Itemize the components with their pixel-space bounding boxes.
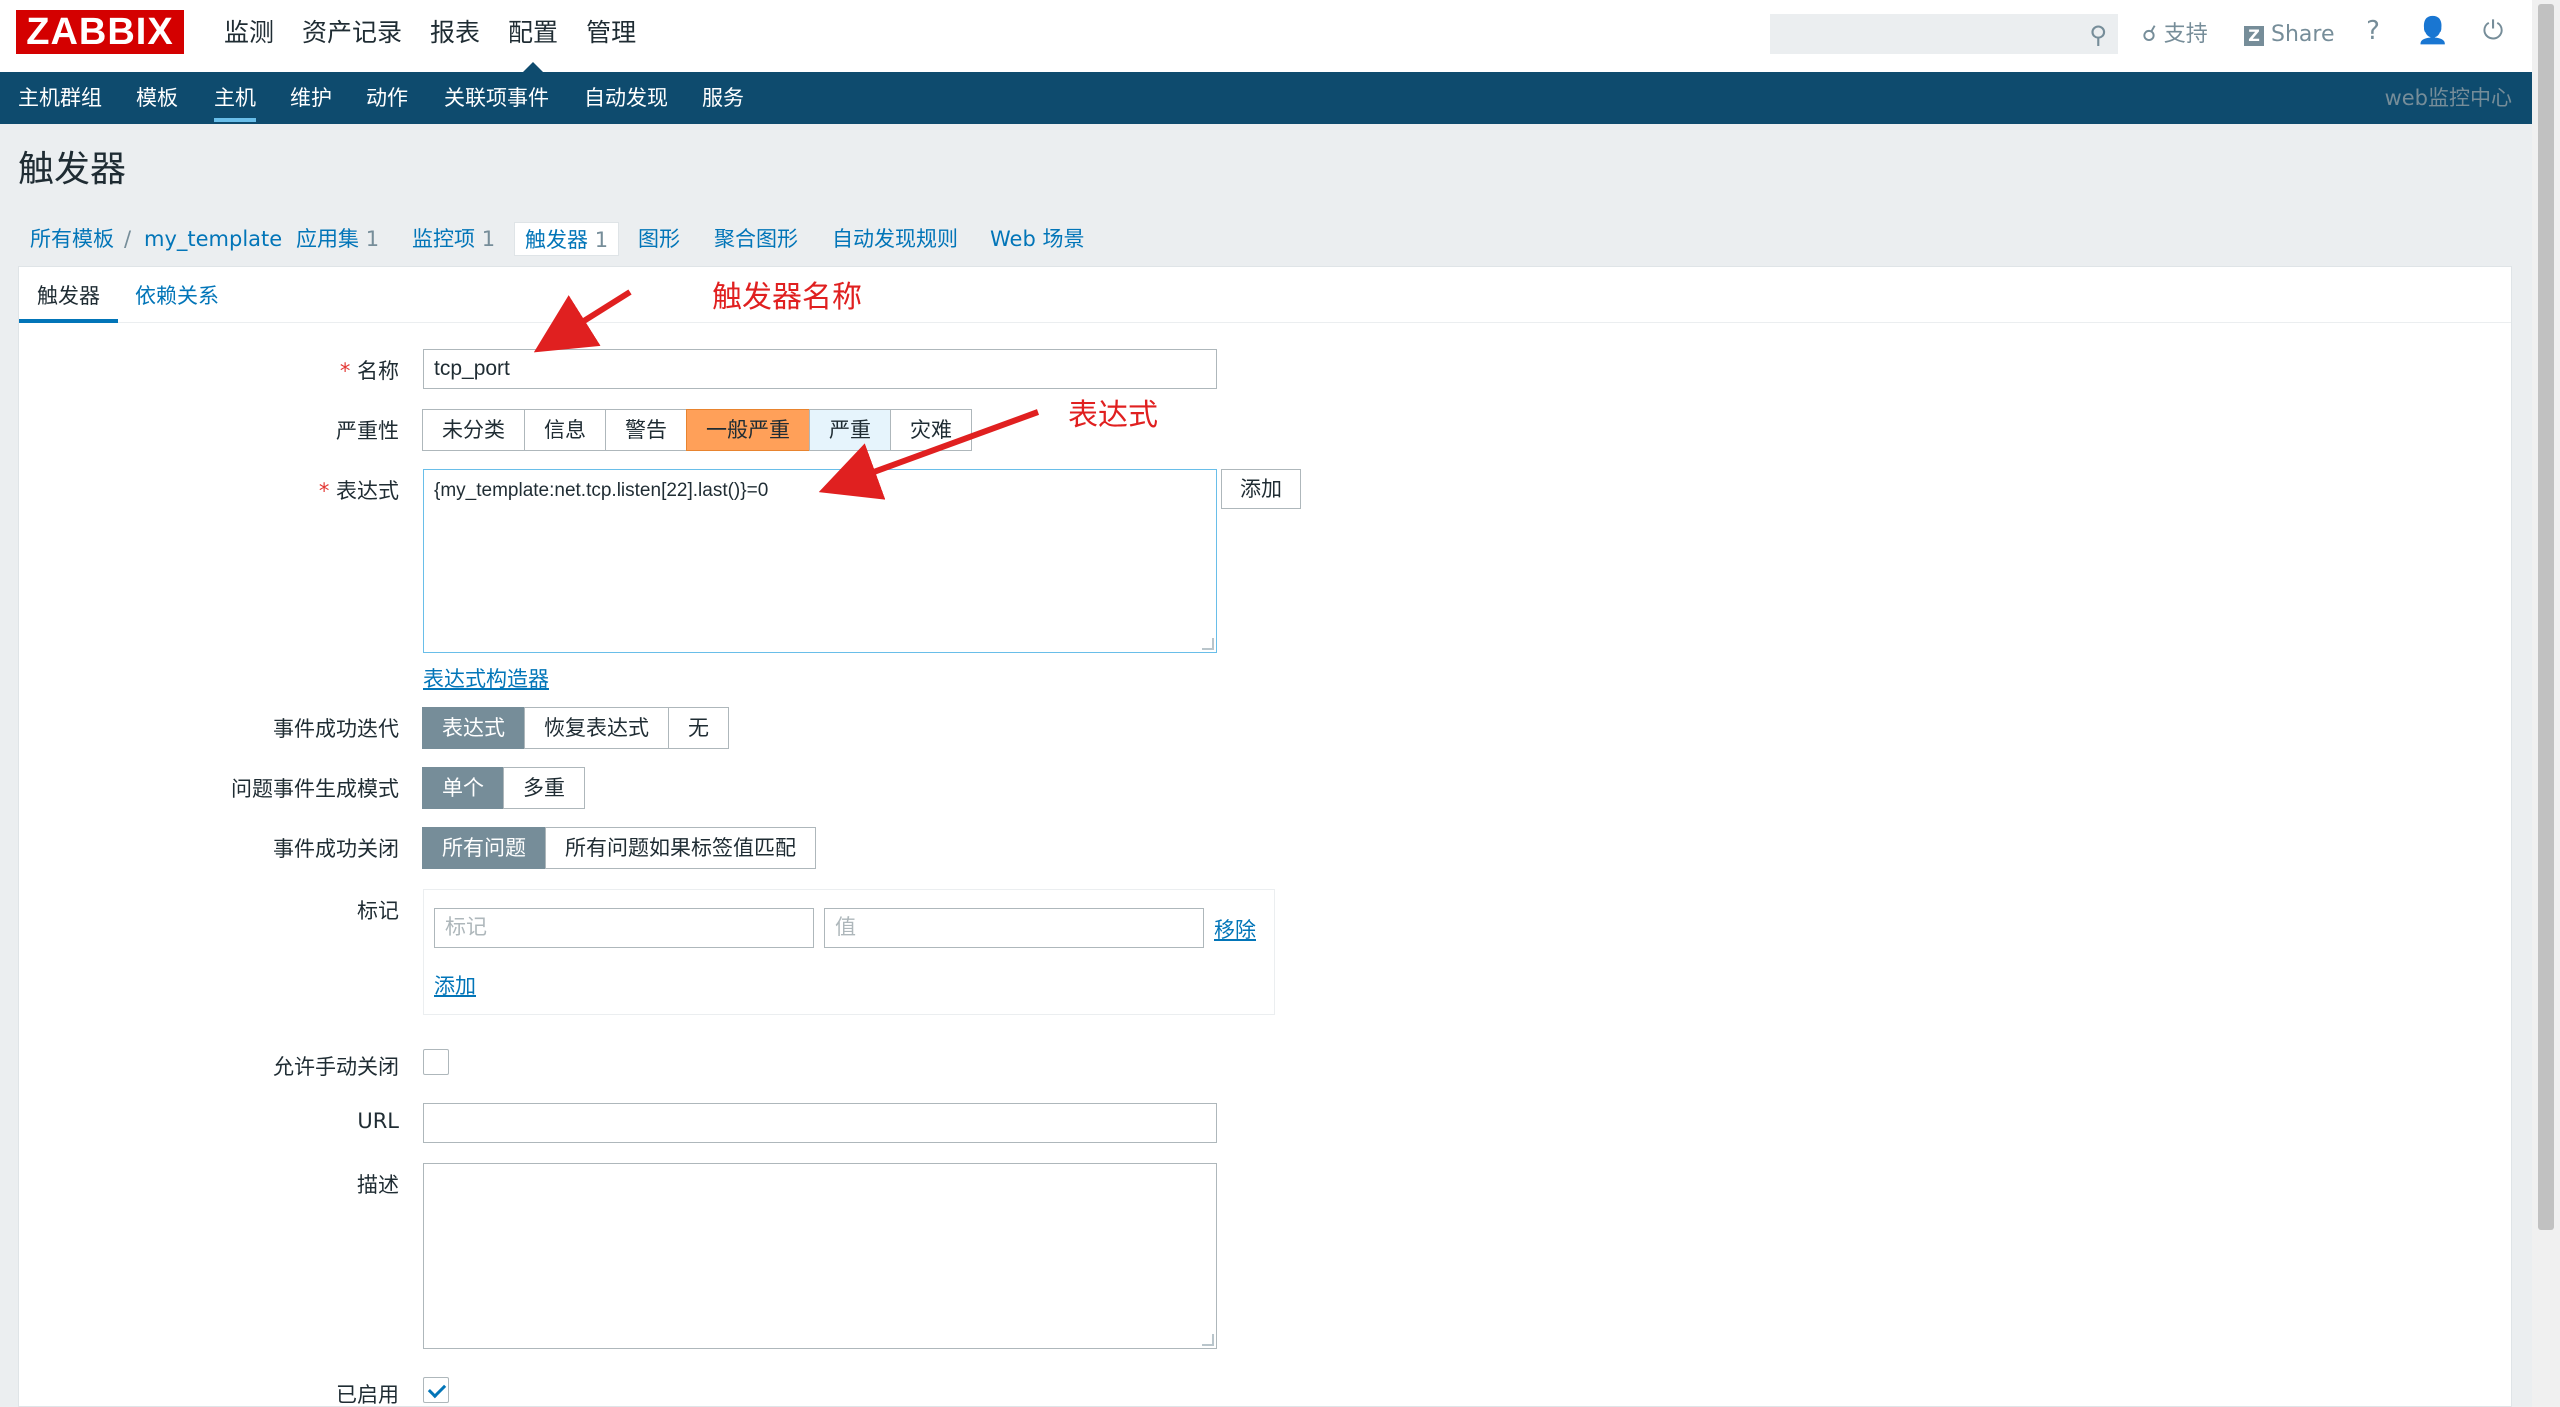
arrow-to-name-input — [533, 289, 632, 353]
arrow-to-expression — [818, 409, 1040, 500]
annotation-arrows — [533, 289, 1040, 500]
page-scrollbar[interactable] — [2532, 0, 2560, 1407]
scrollbar-thumb[interactable] — [2538, 4, 2554, 1230]
